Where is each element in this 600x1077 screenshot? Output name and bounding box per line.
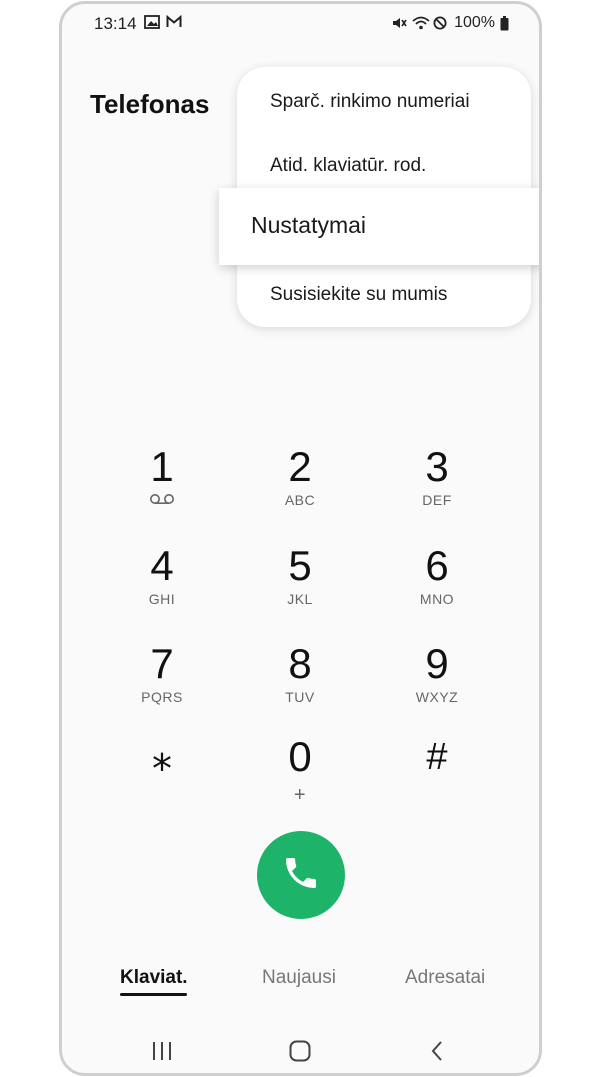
key-letters: GHI xyxy=(148,591,176,607)
key-hash[interactable]: # xyxy=(382,734,492,824)
key-0[interactable]: 0 + xyxy=(245,734,355,824)
recent-apps-icon[interactable] xyxy=(142,1034,182,1068)
page-title: Telefonas xyxy=(90,89,210,119)
menu-item-show-keypad[interactable]: Atid. klaviatūr. rod. xyxy=(270,155,426,177)
key-2[interactable]: 2 ABC xyxy=(245,444,355,534)
menu-item-contact-us[interactable]: Susisiekite su mumis xyxy=(270,284,447,306)
voicemail-icon xyxy=(149,492,175,504)
key-letters: WXYZ xyxy=(415,689,459,705)
key-letters: DEF xyxy=(422,492,452,508)
key-digit: 0 xyxy=(288,733,312,780)
key-star[interactable]: ⁎ xyxy=(107,734,217,824)
key-3[interactable]: 3 DEF xyxy=(382,444,492,534)
battery-percent: 100% xyxy=(454,14,495,31)
key-letters: + xyxy=(293,784,307,806)
menu-item-speed-dial[interactable]: Sparč. rinkimo numeriai xyxy=(270,91,470,113)
key-letters: PQRS xyxy=(141,689,183,705)
key-digit: 3 xyxy=(425,443,449,490)
key-6[interactable]: 6 MNO xyxy=(382,543,492,633)
wifi-icon xyxy=(412,16,430,30)
tab-keypad[interactable]: Klaviat. xyxy=(120,967,188,989)
key-digit: # xyxy=(426,736,448,778)
key-digit: 2 xyxy=(288,443,312,490)
key-5[interactable]: 5 JKL xyxy=(245,543,355,633)
key-letters: JKL xyxy=(287,591,313,607)
key-digit: 7 xyxy=(150,640,174,687)
battery-icon xyxy=(500,16,509,31)
key-4[interactable]: 4 GHI xyxy=(107,543,217,633)
key-8[interactable]: 8 TUV xyxy=(245,641,355,731)
key-digit: 8 xyxy=(288,640,312,687)
status-notification-icons xyxy=(144,14,182,29)
status-bar: 13:14 100% xyxy=(62,4,539,44)
do-not-disturb-icon xyxy=(433,16,449,30)
gallery-icon xyxy=(144,15,160,29)
key-digit: 4 xyxy=(150,542,174,589)
key-digit: 5 xyxy=(288,542,312,589)
menu-item-settings-label: Nustatymai xyxy=(251,212,367,238)
status-system-icons: 100% xyxy=(391,14,509,32)
phone-icon xyxy=(281,853,321,898)
call-button[interactable] xyxy=(257,831,345,919)
mute-icon xyxy=(391,16,407,30)
key-digit: ⁎ xyxy=(152,735,172,779)
key-digit: 9 xyxy=(425,640,449,687)
tab-active-indicator xyxy=(120,993,187,996)
key-1[interactable]: 1 xyxy=(107,444,217,534)
menu-item-settings[interactable]: Nustatymai xyxy=(219,188,539,265)
tab-contacts[interactable]: Adresatai xyxy=(405,967,485,989)
gmail-icon xyxy=(166,14,182,29)
home-icon[interactable] xyxy=(280,1034,320,1068)
key-letters: MNO xyxy=(419,591,455,607)
key-7[interactable]: 7 PQRS xyxy=(107,641,217,731)
key-letters: TUV xyxy=(285,689,315,705)
status-time: 13:14 xyxy=(94,14,137,33)
back-icon[interactable] xyxy=(417,1034,457,1068)
key-9[interactable]: 9 WXYZ xyxy=(382,641,492,731)
tab-recents[interactable]: Naujausi xyxy=(262,967,336,989)
key-digit: 6 xyxy=(425,542,449,589)
key-digit: 1 xyxy=(150,443,174,490)
phone-frame: 13:14 100% Telefonas 1 2 ABC 3 DEF 4 GHI… xyxy=(59,1,542,1076)
key-letters: ABC xyxy=(284,492,316,508)
